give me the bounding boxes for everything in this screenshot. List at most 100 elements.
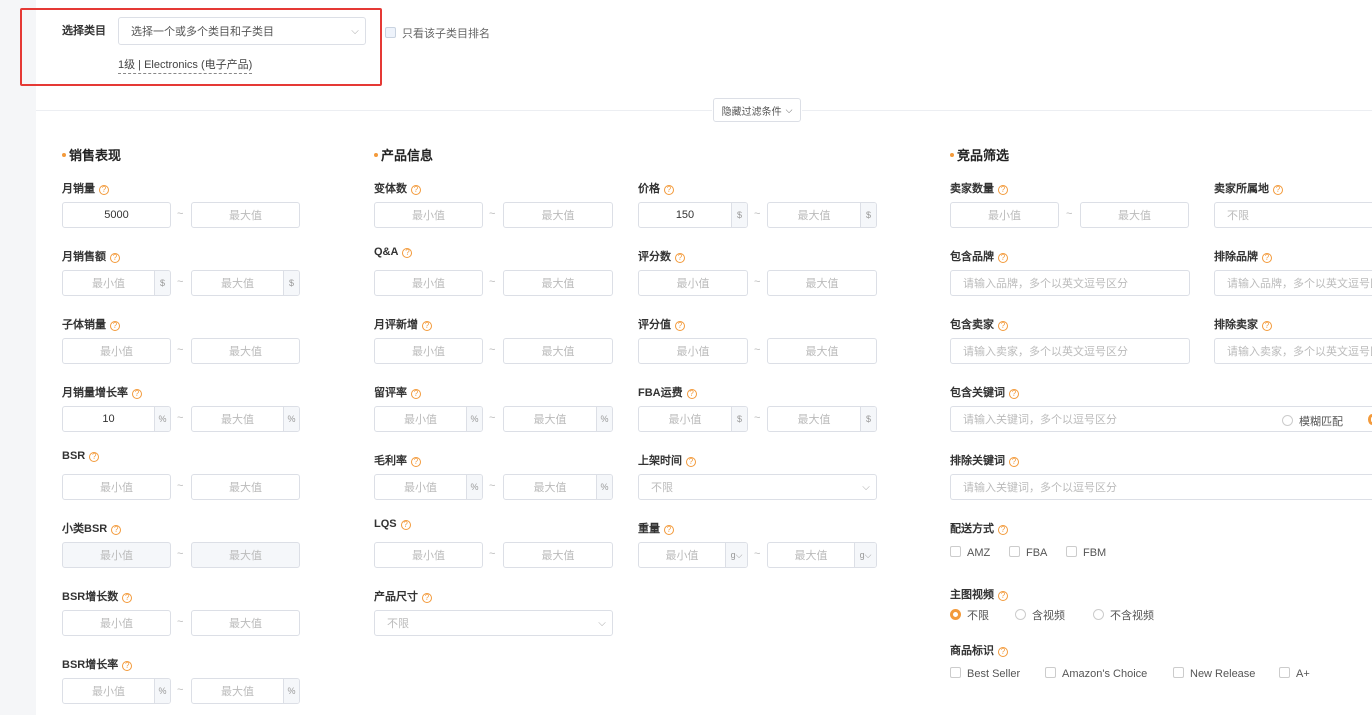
badge-amazons-choice-checkbox[interactable]: Amazon's Choice [1045,667,1147,680]
include-brand-input[interactable]: 请输入品牌，多个以英文逗号区分 [950,270,1190,296]
help-icon[interactable]: ? [675,321,685,331]
exclude-brand-input[interactable]: 请输入品牌，多个以英文逗号区 [1214,270,1372,296]
help-icon[interactable]: ? [132,389,142,399]
bsr-growth-count-min[interactable]: 最小值 [62,610,171,636]
fba-fee-min[interactable]: 最小值 $ [638,406,748,432]
monthly-sales-min[interactable]: 5000 [62,202,171,228]
sales-growth-max[interactable]: 最大值% [191,406,300,432]
video-unlimited-radio[interactable]: 不限 [950,607,989,623]
help-icon[interactable]: ? [411,457,421,467]
help-icon[interactable]: ? [122,593,133,603]
help-icon[interactable]: ? [89,452,100,462]
bsr-growth-count-max[interactable]: 最大值 [191,610,300,636]
include-seller-input[interactable]: 请输入卖家，多个以英文逗号区分 [950,338,1190,364]
monthly-sales-max[interactable]: 最大值 [191,202,300,228]
help-icon[interactable]: ? [998,185,1008,195]
fuzzy-match-radio[interactable]: 模糊匹配 [1282,413,1343,429]
help-icon[interactable]: ? [1262,321,1272,331]
radio-checked-icon [950,609,961,620]
help-icon[interactable]: ? [998,647,1008,657]
help-icon[interactable]: ? [664,525,674,535]
exclude-keyword-input[interactable]: 请输入关键词，多个以逗号区分 [950,474,1372,500]
gross-margin-max[interactable]: 最大值% [503,474,613,500]
help-icon[interactable]: ? [99,185,109,195]
child-sales-max[interactable]: 最大值 [191,338,300,364]
review-rate-min[interactable]: 最小值% [374,406,483,432]
help-icon[interactable]: ? [402,248,413,258]
lqs-min[interactable]: 最小值 [374,542,483,568]
review-count-max[interactable]: 最大值 [767,270,877,296]
review-rate-max[interactable]: 最大值% [503,406,613,432]
left-sidebar-strip [0,0,36,715]
help-icon[interactable]: ? [110,321,120,331]
help-icon[interactable]: ? [675,253,685,263]
gross-margin-min[interactable]: 最小值% [374,474,483,500]
product-size-select[interactable]: 不限 ⌵ [374,610,613,636]
help-icon[interactable]: ? [1273,185,1283,195]
bsr-growth-rate-min[interactable]: 最小值% [62,678,171,704]
seller-count-min[interactable]: 最小值 [950,202,1059,228]
review-count-min[interactable]: 最小值 [638,270,748,296]
monthly-new-reviews-min[interactable]: 最小值 [374,338,483,364]
video-with-radio[interactable]: 含视频 [1015,607,1065,623]
delivery-fbm-checkbox[interactable]: FBM [1066,546,1106,559]
help-icon[interactable]: ? [111,525,122,535]
help-icon[interactable]: ? [686,457,696,467]
help-icon[interactable]: ? [664,185,674,195]
help-icon[interactable]: ? [422,321,432,331]
weight-unit-select[interactable]: g ⌵ [854,543,876,567]
range-tilde: ~ [177,208,184,220]
rating-min[interactable]: 最小值 [638,338,748,364]
seller-location-select[interactable]: 不限 [1214,202,1372,228]
help-icon[interactable]: ? [1009,457,1019,467]
badge-best-seller-checkbox[interactable]: Best Seller [950,667,1020,680]
variants-max[interactable]: 最大值 [503,202,613,228]
weight-unit-select[interactable]: g ⌵ [725,543,747,567]
rating-max[interactable]: 最大值 [767,338,877,364]
help-icon[interactable]: ? [998,525,1008,535]
fba-fee-max[interactable]: 最大值 $ [767,406,877,432]
help-icon[interactable]: ? [1009,389,1019,399]
price-max[interactable]: 最大值 $ [767,202,877,228]
help-icon[interactable]: ? [411,185,421,195]
help-icon[interactable]: ? [686,389,697,399]
help-icon[interactable]: ? [998,321,1008,331]
badge-new-release-checkbox[interactable]: New Release [1173,667,1255,680]
monthly-new-reviews-max[interactable]: 最大值 [503,338,613,364]
qa-max[interactable]: 最大值 [503,270,613,296]
only-subcategory-checkbox[interactable]: 只看该子类目排名 [385,25,490,41]
help-icon[interactable]: ? [411,389,421,399]
help-icon[interactable]: ? [422,593,432,603]
label-text: 卖家数量 [950,183,994,195]
exact-match-radio[interactable] [1368,414,1372,425]
listing-date-select[interactable]: 不限 ⌵ [638,474,877,500]
qa-min[interactable]: 最小值 [374,270,483,296]
delivery-amz-checkbox[interactable]: AMZ [950,546,990,559]
help-icon[interactable]: ? [1262,253,1272,263]
variants-min[interactable]: 最小值 [374,202,483,228]
help-icon[interactable]: ? [122,661,133,671]
range-tilde: ~ [177,276,184,288]
video-without-radio[interactable]: 不含视频 [1093,607,1154,623]
sales-growth-min[interactable]: 10% [62,406,171,432]
label-text: 评分值 [638,319,671,331]
bsr-min[interactable]: 最小值 [62,474,171,500]
monthly-revenue-max[interactable]: 最大值 $ [191,270,300,296]
help-icon[interactable]: ? [998,591,1008,601]
weight-max[interactable]: 最大值 g ⌵ [767,542,877,568]
help-icon[interactable]: ? [110,253,120,263]
lqs-max[interactable]: 最大值 [503,542,613,568]
child-sales-min[interactable]: 最小值 [62,338,171,364]
monthly-revenue-min[interactable]: 最小值 $ [62,270,171,296]
price-min[interactable]: 150 $ [638,202,748,228]
bsr-max[interactable]: 最大值 [191,474,300,500]
bsr-growth-rate-max[interactable]: 最大值% [191,678,300,704]
help-icon[interactable]: ? [998,253,1008,263]
weight-min[interactable]: 最小值 g ⌵ [638,542,748,568]
help-icon[interactable]: ? [400,520,411,530]
delivery-fba-checkbox[interactable]: FBA [1009,546,1047,559]
hide-filters-button[interactable]: 隐藏过滤条件 ⌵ [713,98,801,122]
seller-count-max[interactable]: 最大值 [1080,202,1189,228]
exclude-seller-input[interactable]: 请输入卖家，多个以英文逗号区 [1214,338,1372,364]
badge-a-plus-checkbox[interactable]: A+ [1279,667,1310,680]
